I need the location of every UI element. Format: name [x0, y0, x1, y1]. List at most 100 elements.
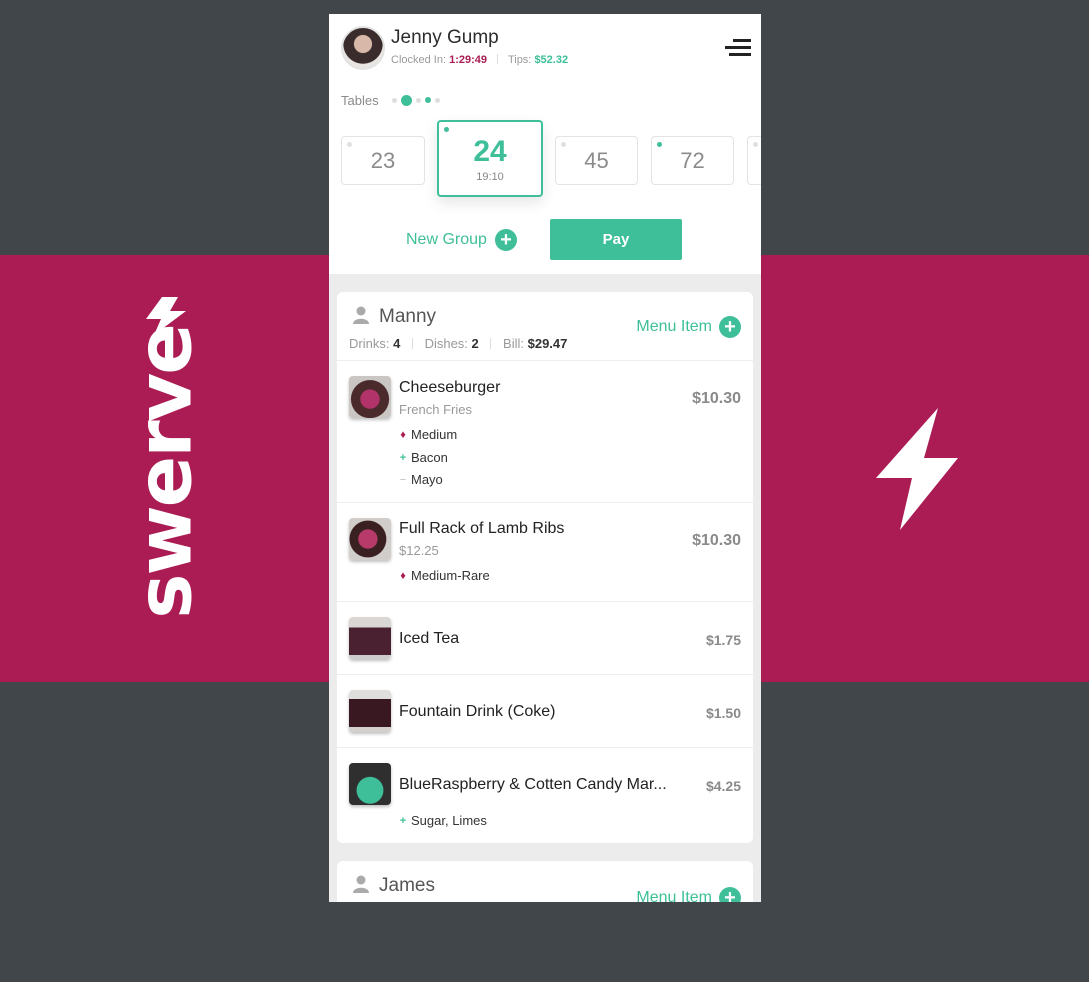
- order-item[interactable]: BlueRaspberry & Cotten Candy Mar... $4.2…: [337, 747, 753, 843]
- divider: [497, 54, 499, 64]
- hamburger-menu-icon[interactable]: [725, 39, 751, 57]
- flame-icon: ♦: [400, 569, 406, 582]
- table-status-dot: [444, 127, 449, 132]
- item-name: BlueRaspberry & Cotten Candy Mar...: [399, 776, 667, 793]
- item-price: $1.75: [705, 632, 741, 648]
- group-name: James: [379, 875, 435, 896]
- group-card: James Menu Item +: [337, 861, 753, 902]
- item-thumbnail: [349, 690, 391, 732]
- table-card[interactable]: 72: [651, 136, 734, 185]
- bill-total: $29.47: [527, 336, 568, 351]
- order-item[interactable]: Iced Tea $1.75: [337, 601, 753, 674]
- clocked-in-label: Clocked In:: [391, 54, 447, 66]
- table-number: 24: [473, 134, 507, 168]
- clocked-in-time: 1:29:49: [449, 54, 488, 66]
- item-name: Iced Tea: [399, 630, 460, 647]
- drinks-count: 4: [393, 336, 401, 351]
- modifier-text: Medium-Rare: [411, 568, 490, 583]
- dishes-label: Dishes:: [424, 336, 468, 351]
- item-name: Fountain Drink (Coke): [399, 703, 556, 720]
- new-group-label: New Group: [406, 231, 487, 248]
- app-screen: Jenny Gump Clocked In: 1:29:49 Tips: $52…: [329, 14, 761, 902]
- group-header: James Menu Item +: [337, 861, 753, 902]
- order-item[interactable]: Cheeseburger French Fries $10.30 ♦ Mediu…: [337, 360, 753, 502]
- person-icon: [353, 875, 369, 893]
- plus-circle-icon: +: [494, 229, 517, 251]
- item-name: Cheeseburger: [399, 379, 501, 396]
- group-stats: Drinks: 4 Dishes: 2 Bill: $29.47: [349, 336, 567, 351]
- table-card[interactable]: 23: [341, 136, 425, 185]
- person-icon: [353, 306, 369, 324]
- item-side: French Fries: [399, 402, 472, 417]
- table-time: 19:10: [476, 170, 504, 183]
- user-status: Clocked In: 1:29:49 Tips: $52.32: [391, 54, 568, 66]
- page-dot[interactable]: [435, 97, 440, 103]
- drinks-label: Drinks:: [349, 336, 390, 351]
- bill-label: Bill:: [503, 336, 524, 351]
- divider: [490, 338, 492, 349]
- table-status-dot: [347, 142, 352, 147]
- modifier-text: Medium: [411, 427, 458, 442]
- group-card: Manny Drinks: 4 Dishes: 2 Bill: $29.47 M…: [337, 292, 753, 843]
- lightning-bolt-icon: [146, 297, 186, 335]
- avatar[interactable]: [341, 26, 385, 70]
- user-name: Jenny Gump: [391, 27, 499, 48]
- brand-logo-text: swerve: [119, 325, 209, 619]
- dishes-count: 2: [471, 336, 479, 351]
- page-dot[interactable]: [392, 97, 397, 103]
- modifier-text: Mayo: [411, 472, 443, 487]
- modifier-text: Sugar, Limes: [411, 813, 487, 828]
- add-menu-item-label: Menu Item: [636, 318, 712, 335]
- item-price: $1.50: [705, 705, 741, 721]
- modifier: ♦ Medium-Rare: [399, 568, 490, 583]
- plus-circle-icon: +: [719, 887, 741, 902]
- item-thumbnail: [349, 376, 391, 418]
- modifier: + Bacon: [399, 450, 448, 465]
- add-menu-item-button[interactable]: Menu Item +: [636, 316, 741, 338]
- item-thumbnail: [349, 617, 391, 659]
- header-panel: Jenny Gump Clocked In: 1:29:49 Tips: $52…: [329, 14, 761, 274]
- item-price: $10.30: [692, 390, 741, 407]
- order-item[interactable]: Full Rack of Lamb Ribs $12.25 $10.30 ♦ M…: [337, 502, 753, 601]
- table-card[interactable]: 45: [555, 136, 638, 185]
- plus-icon: +: [399, 814, 407, 827]
- page-dot[interactable]: [416, 97, 421, 103]
- tables-label: Tables: [341, 93, 379, 108]
- flame-icon: ♦: [400, 428, 406, 441]
- tips-value: $52.32: [534, 54, 569, 66]
- modifier: − Mayo: [399, 472, 443, 487]
- table-page-dots[interactable]: [392, 94, 440, 106]
- item-thumbnail: [349, 518, 391, 560]
- table-status-dot: [561, 142, 566, 147]
- group-name: Manny: [379, 306, 437, 327]
- lightning-bolt-large-icon: [876, 408, 958, 530]
- plus-icon: +: [399, 451, 407, 464]
- divider: [411, 338, 413, 349]
- table-number: 45: [584, 147, 609, 173]
- item-price: $10.30: [692, 532, 741, 549]
- table-card-partial[interactable]: [747, 136, 761, 185]
- page-dot-active[interactable]: [401, 94, 412, 106]
- item-price: $4.25: [705, 778, 741, 794]
- item-thumbnail: [349, 763, 391, 805]
- modifier: ♦ Medium: [399, 427, 457, 442]
- add-menu-item-button[interactable]: Menu Item +: [636, 887, 741, 902]
- pay-button[interactable]: Pay: [550, 219, 682, 260]
- add-menu-item-label: Menu Item: [636, 889, 712, 902]
- new-group-button[interactable]: New Group +: [406, 229, 517, 251]
- plus-circle-icon: +: [719, 316, 741, 338]
- tips-label: Tips:: [507, 54, 532, 66]
- table-number: 72: [680, 147, 705, 173]
- modifier: + Sugar, Limes: [399, 813, 487, 828]
- item-base-price: $12.25: [399, 543, 439, 558]
- order-item[interactable]: Fountain Drink (Coke) $1.50: [337, 674, 753, 747]
- minus-icon: −: [399, 473, 407, 486]
- table-status-dot: [657, 142, 662, 147]
- item-name: Full Rack of Lamb Ribs: [399, 520, 565, 537]
- table-card-active[interactable]: 24 19:10: [437, 120, 543, 197]
- table-number: 23: [370, 147, 396, 173]
- page-dot[interactable]: [425, 97, 431, 103]
- modifier-text: Bacon: [411, 450, 448, 465]
- table-status-dot: [753, 142, 758, 147]
- group-header: Manny Drinks: 4 Dishes: 2 Bill: $29.47 M…: [337, 292, 753, 360]
